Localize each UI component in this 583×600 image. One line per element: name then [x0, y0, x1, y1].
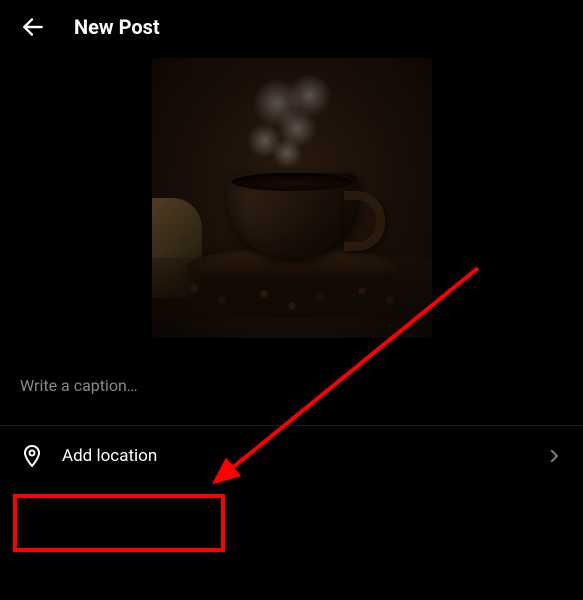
- post-image-preview[interactable]: [152, 58, 432, 338]
- annotation-highlight-box: [13, 494, 225, 552]
- header: New Post: [0, 0, 583, 54]
- back-arrow-icon[interactable]: [20, 14, 46, 40]
- caption-input[interactable]: [20, 376, 563, 395]
- chevron-right-icon: [545, 447, 563, 465]
- location-pin-icon: [20, 444, 44, 468]
- image-preview-container: [0, 54, 583, 348]
- add-location-row[interactable]: Add location: [0, 426, 583, 486]
- caption-section: [0, 348, 583, 425]
- page-title: New Post: [74, 15, 160, 39]
- add-location-label: Add location: [62, 446, 527, 466]
